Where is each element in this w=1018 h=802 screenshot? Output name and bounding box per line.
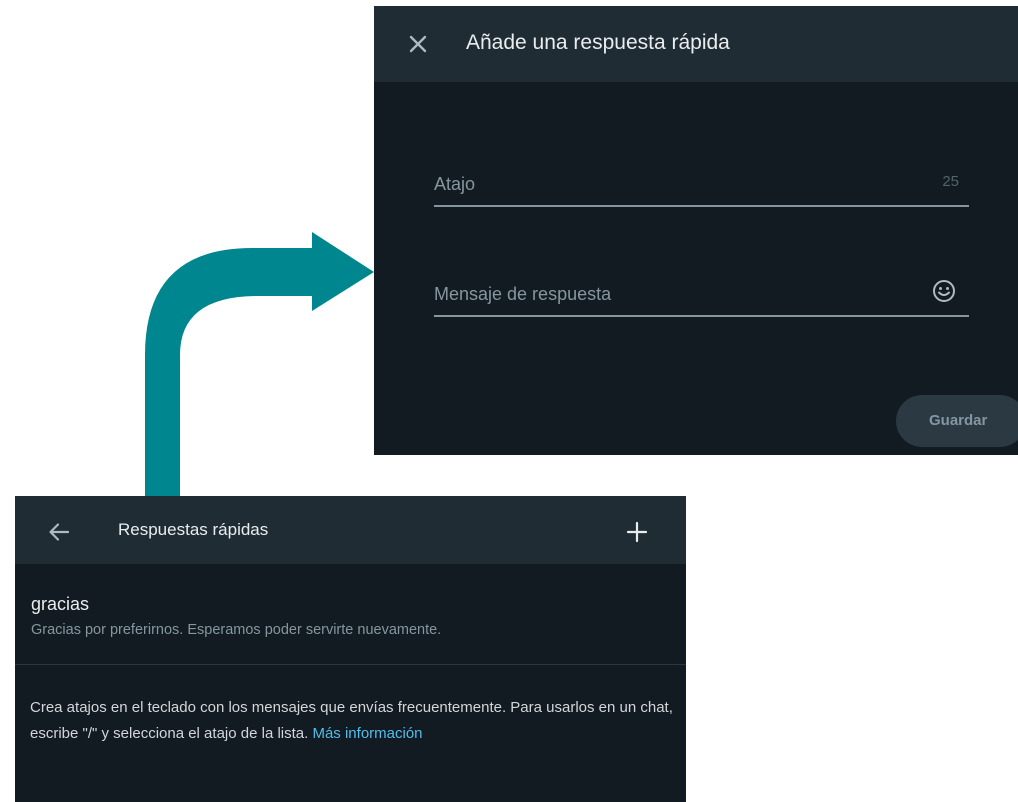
shortcut-char-counter: 25	[942, 173, 959, 190]
dialog-header: Añade una respuesta rápida	[374, 6, 1018, 82]
plus-icon[interactable]	[623, 518, 651, 546]
info-paragraph: Crea atajos en el teclado con los mensaj…	[30, 695, 680, 747]
panel-title: Respuestas rápidas	[118, 520, 269, 539]
dialog-title: Añade una respuesta rápida	[466, 31, 730, 54]
save-button[interactable]: Guardar	[896, 395, 1018, 447]
quick-reply-message: Gracias por preferirnos. Esperamos poder…	[31, 622, 442, 638]
smiley-icon[interactable]	[931, 278, 957, 304]
divider	[15, 664, 686, 665]
shortcut-field[interactable]: Atajo 25	[434, 166, 969, 207]
reply-message-placeholder: Mensaje de respuesta	[434, 284, 612, 304]
screenshot-canvas: Añade una respuesta rápida Atajo 25 Mens…	[0, 0, 1018, 802]
arrow-left-icon[interactable]	[45, 518, 73, 546]
quick-replies-panel: Respuestas rápidas gracias Gracias por p…	[15, 496, 686, 802]
panel-header: Respuestas rápidas	[15, 496, 686, 564]
add-quick-reply-dialog: Añade una respuesta rápida Atajo 25 Mens…	[374, 6, 1018, 455]
reply-message-field[interactable]: Mensaje de respuesta	[434, 276, 969, 317]
close-icon[interactable]	[402, 28, 434, 60]
quick-reply-item[interactable]: gracias Gracias por preferirnos. Esperam…	[15, 592, 686, 664]
shortcut-placeholder: Atajo	[434, 174, 476, 194]
more-info-link[interactable]: Más información	[312, 725, 422, 742]
quick-reply-shortcut: gracias	[31, 594, 90, 614]
